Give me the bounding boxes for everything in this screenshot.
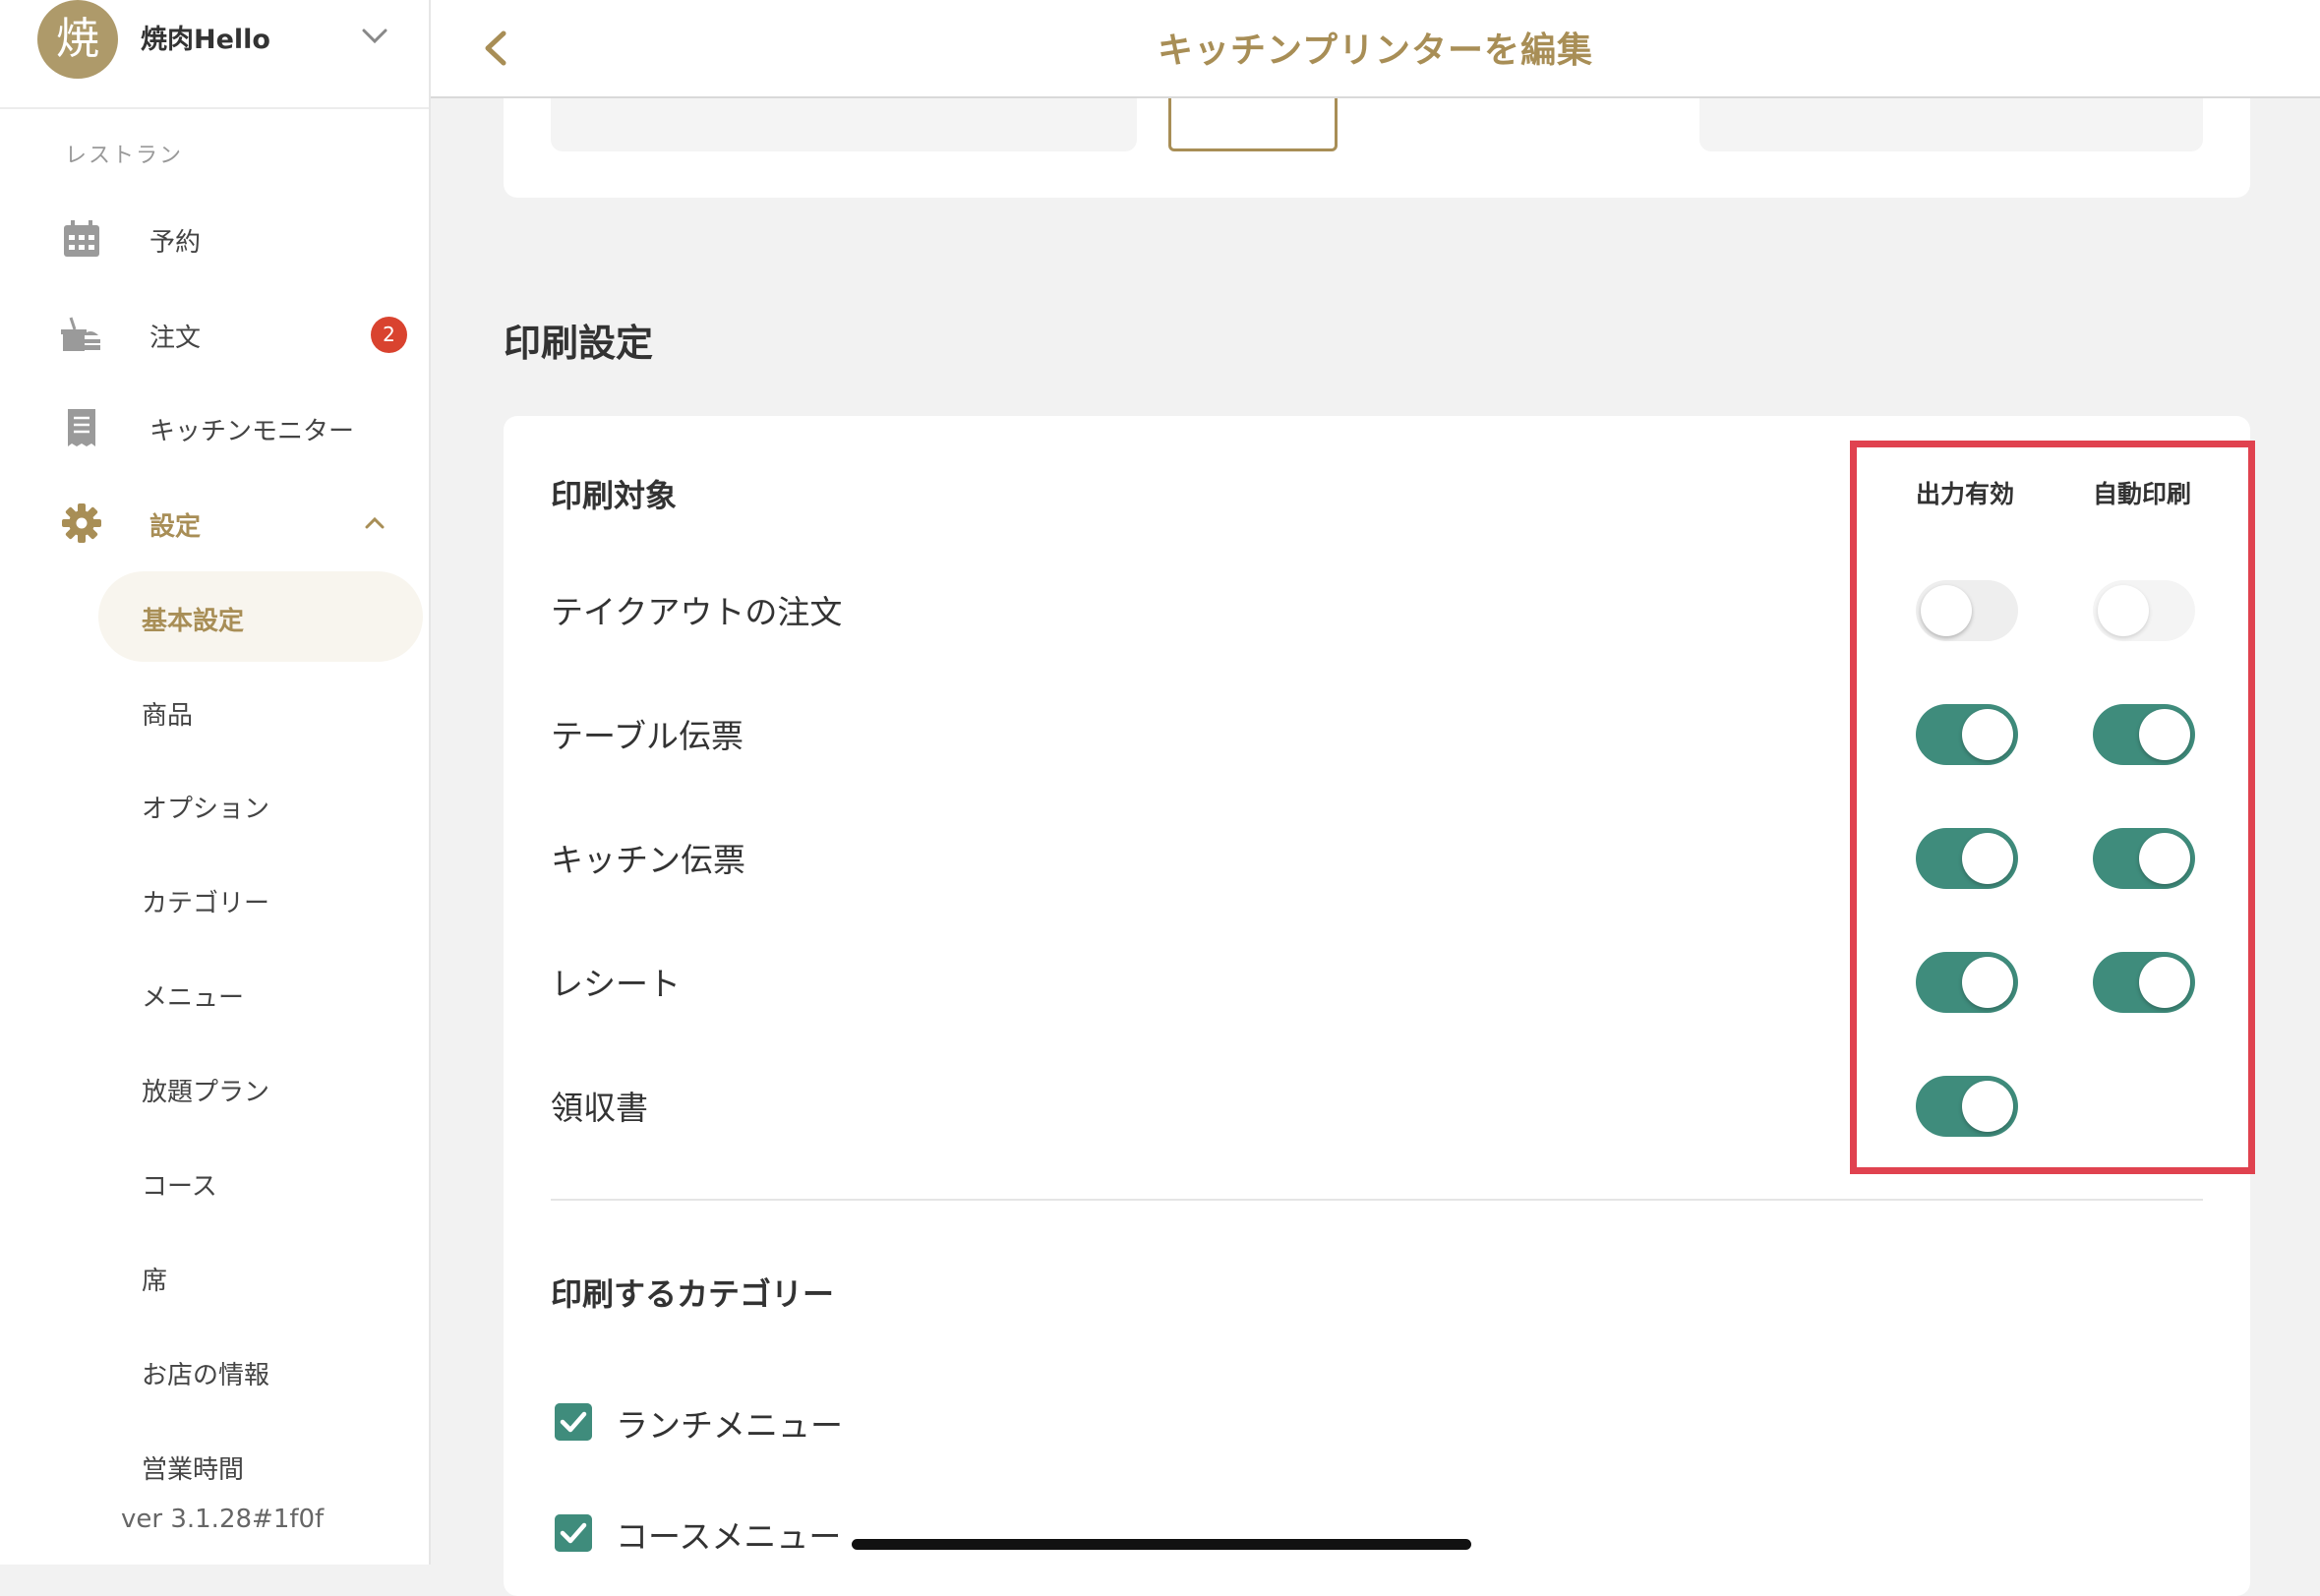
- sidebar-subitem-label: カテゴリー: [142, 889, 270, 918]
- sidebar-item-reservation[interactable]: 予約: [0, 205, 429, 273]
- store-name: 焼肉Hello: [141, 25, 270, 55]
- print-target-heading: 印刷対象: [551, 477, 678, 514]
- category-label: コースメニュー: [616, 1517, 842, 1556]
- sidebar-subitem-label: コース: [142, 1172, 217, 1202]
- sidebar-subitem-store-info[interactable]: お店の情報: [98, 1326, 423, 1416]
- sidebar-subitem-categories[interactable]: カテゴリー: [98, 854, 423, 944]
- sidebar-subitem-label: 放題プラン: [142, 1078, 270, 1107]
- sidebar: 焼 焼肉Hello レストラン 予約 注文 2 キッチンモニター 設定 基本設定…: [0, 0, 431, 1565]
- gear-icon: [62, 503, 101, 543]
- sidebar-subitem-label: お店の情報: [142, 1361, 270, 1390]
- sidebar-subitem-business-hours[interactable]: 営業時間: [98, 1420, 423, 1510]
- divider: [551, 1199, 2203, 1201]
- sidebar-subitem-label: メニュー: [142, 983, 245, 1013]
- food-order-icon: [61, 317, 100, 351]
- row-label-invoice: 領収書: [551, 1089, 648, 1127]
- category-label: ランチメニュー: [616, 1406, 843, 1445]
- sidebar-item-label: 予約: [149, 228, 202, 258]
- sidebar-subitem-seats[interactable]: 席: [98, 1231, 423, 1322]
- sidebar-subitem-all-you-can-plan[interactable]: 放題プラン: [98, 1042, 423, 1133]
- sidebar-subitem-course[interactable]: コース: [98, 1137, 423, 1227]
- sidebar-subitem-label: 席: [142, 1267, 168, 1296]
- sidebar-subitem-label: 商品: [142, 701, 194, 731]
- calendar-icon: [64, 220, 99, 257]
- store-avatar: 焼: [37, 0, 118, 79]
- sidebar-item-label: 注文: [149, 324, 202, 353]
- page-title: キッチンプリンターを編集: [1158, 30, 1593, 71]
- row-label-table-slip: テーブル伝票: [551, 717, 744, 755]
- sidebar-subitem-options[interactable]: オプション: [98, 759, 423, 850]
- checkbox-checked-icon[interactable]: [555, 1514, 592, 1552]
- sidebar-section-label: レストラン: [65, 144, 184, 168]
- row-label-receipt: レシート: [551, 965, 681, 1003]
- highlight-box: [1850, 441, 2255, 1174]
- section-title: 印刷設定: [504, 322, 654, 365]
- app-version: ver 3.1.28#1f0f: [121, 1505, 325, 1534]
- home-indicator[interactable]: [852, 1539, 1471, 1550]
- sidebar-item-label: キッチンモニター: [149, 417, 355, 446]
- chevron-down-icon[interactable]: [360, 22, 389, 51]
- sidebar-subitem-label: 営業時間: [142, 1455, 245, 1485]
- sidebar-item-label: 設定: [149, 512, 202, 542]
- sidebar-item-settings[interactable]: 設定: [0, 489, 429, 558]
- sidebar-subitem-basic-settings[interactable]: 基本設定: [98, 571, 423, 662]
- chevron-up-icon[interactable]: [360, 508, 389, 538]
- sidebar-subitem-menu[interactable]: メニュー: [98, 948, 423, 1038]
- top-bar: キッチンプリンターを編集: [431, 0, 2320, 98]
- row-label-kitchen-slip: キッチン伝票: [551, 841, 745, 879]
- receipt-icon: [68, 409, 95, 446]
- sidebar-item-orders[interactable]: 注文 2: [0, 300, 429, 369]
- store-switcher[interactable]: 焼 焼肉Hello: [0, 0, 429, 109]
- sidebar-subitem-label: オプション: [142, 795, 270, 824]
- sidebar-item-kitchen-monitor[interactable]: キッチンモニター: [0, 393, 429, 462]
- sidebar-subitem-label: 基本設定: [142, 607, 245, 636]
- orders-count-badge: 2: [371, 317, 407, 353]
- checkbox-checked-icon[interactable]: [555, 1403, 592, 1441]
- row-label-takeout: テイクアウトの注文: [551, 593, 843, 631]
- print-categories-heading: 印刷するカテゴリー: [551, 1275, 835, 1313]
- sidebar-subitem-products[interactable]: 商品: [98, 666, 423, 756]
